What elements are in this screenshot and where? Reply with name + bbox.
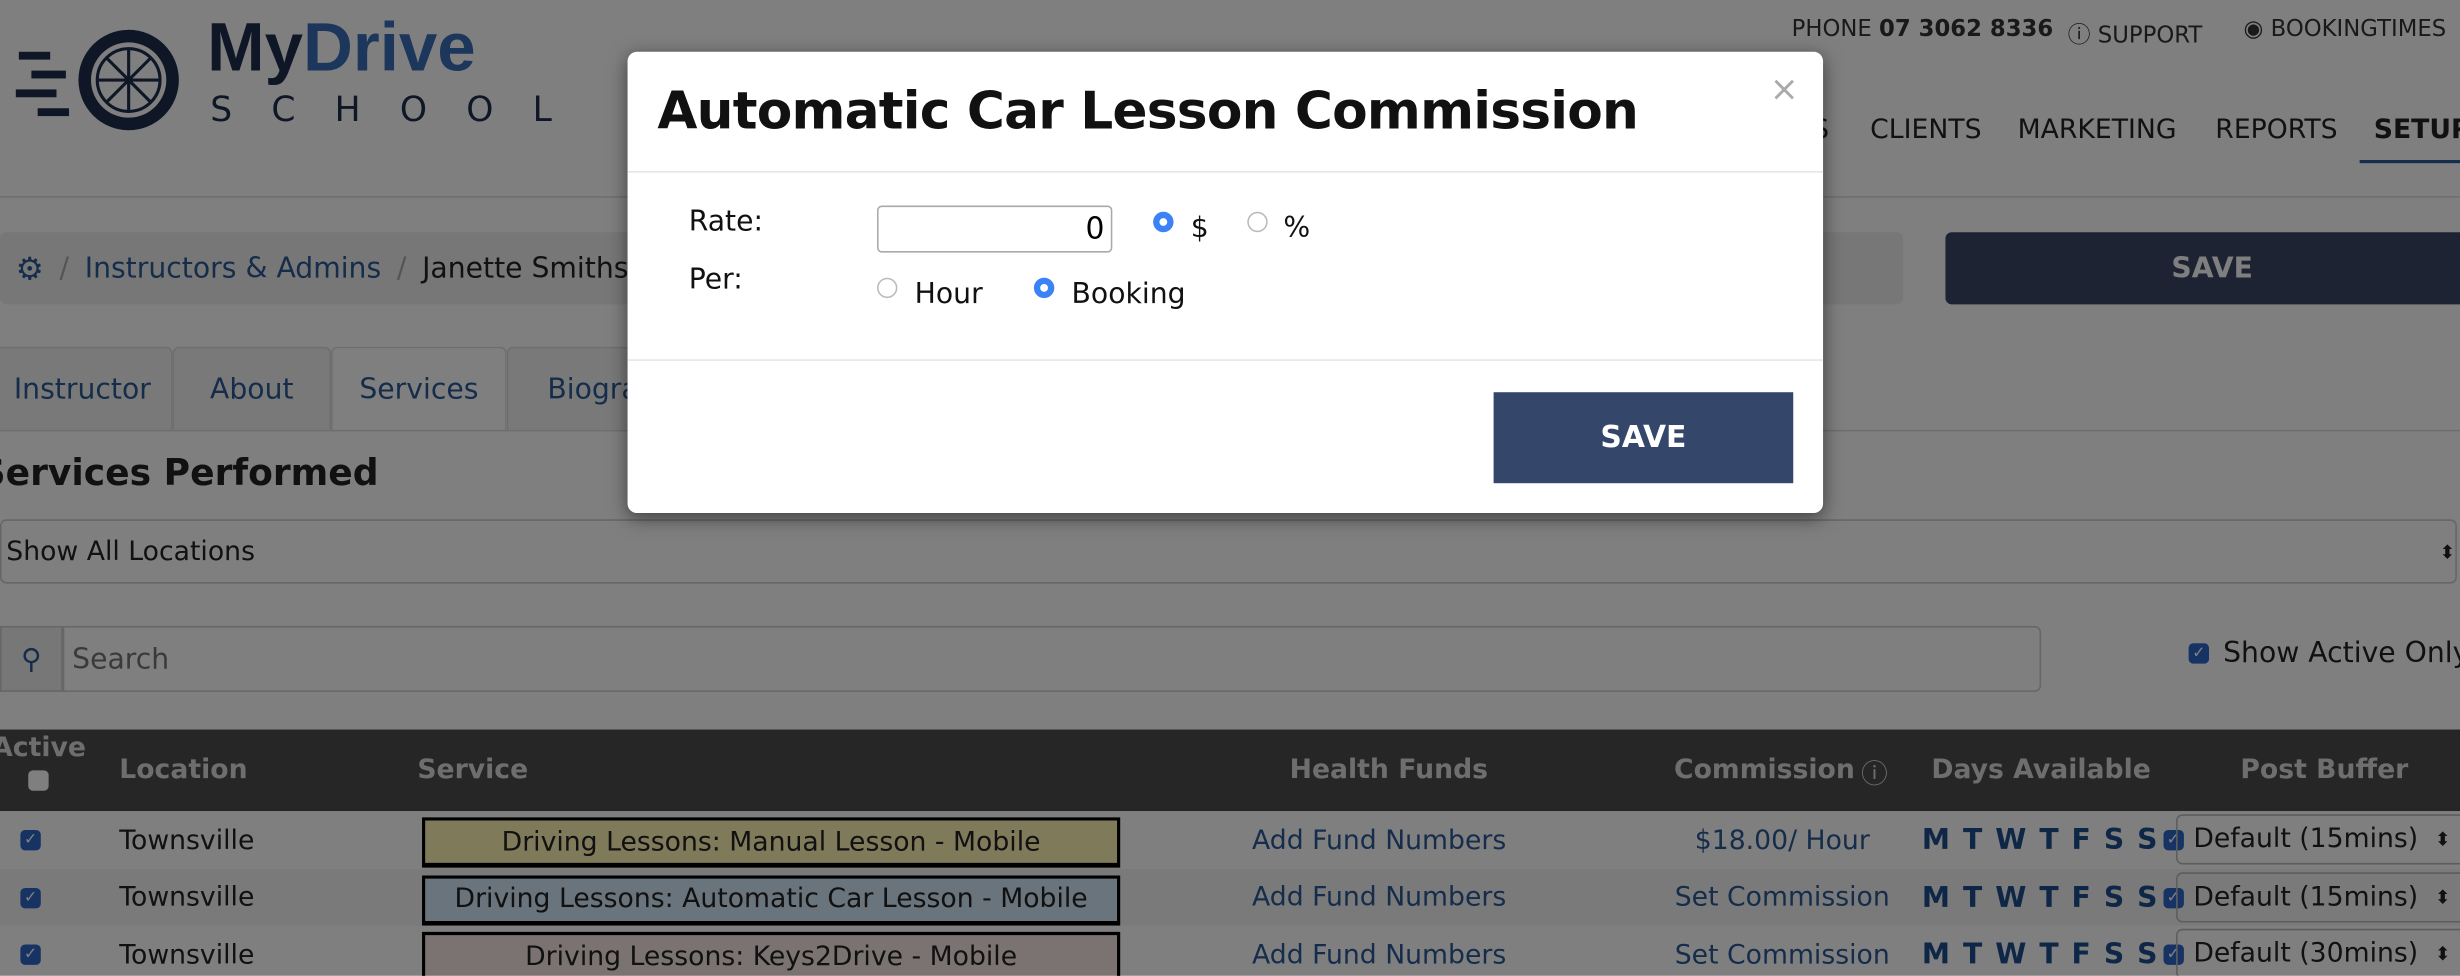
modal-save-button[interactable]: SAVE xyxy=(1493,392,1794,484)
rate-input[interactable] xyxy=(877,205,1113,253)
per-booking-radio[interactable] xyxy=(1033,277,1055,299)
radio-label: % xyxy=(1283,211,1311,245)
per-label: Per: xyxy=(688,263,743,297)
divider xyxy=(627,359,1824,361)
rate-label: Rate: xyxy=(688,205,764,239)
unit-dollar-radio[interactable] xyxy=(1153,211,1174,233)
unit-percent-radio[interactable] xyxy=(1247,211,1268,233)
radio-label: Booking xyxy=(1071,277,1186,311)
page: MyDrive SCHOOL PHONE 07 3062 8336 ⓘ SUPP… xyxy=(0,0,2460,976)
modal-title: Automatic Car Lesson Commission xyxy=(657,80,1639,142)
radio-label: Hour xyxy=(914,277,983,311)
radio-label: $ xyxy=(1190,211,1209,245)
divider xyxy=(627,171,1824,173)
commission-modal: Automatic Car Lesson Commission × Rate: … xyxy=(627,51,1824,514)
per-hour-radio[interactable] xyxy=(877,277,898,299)
close-icon[interactable]: × xyxy=(1770,71,1799,110)
